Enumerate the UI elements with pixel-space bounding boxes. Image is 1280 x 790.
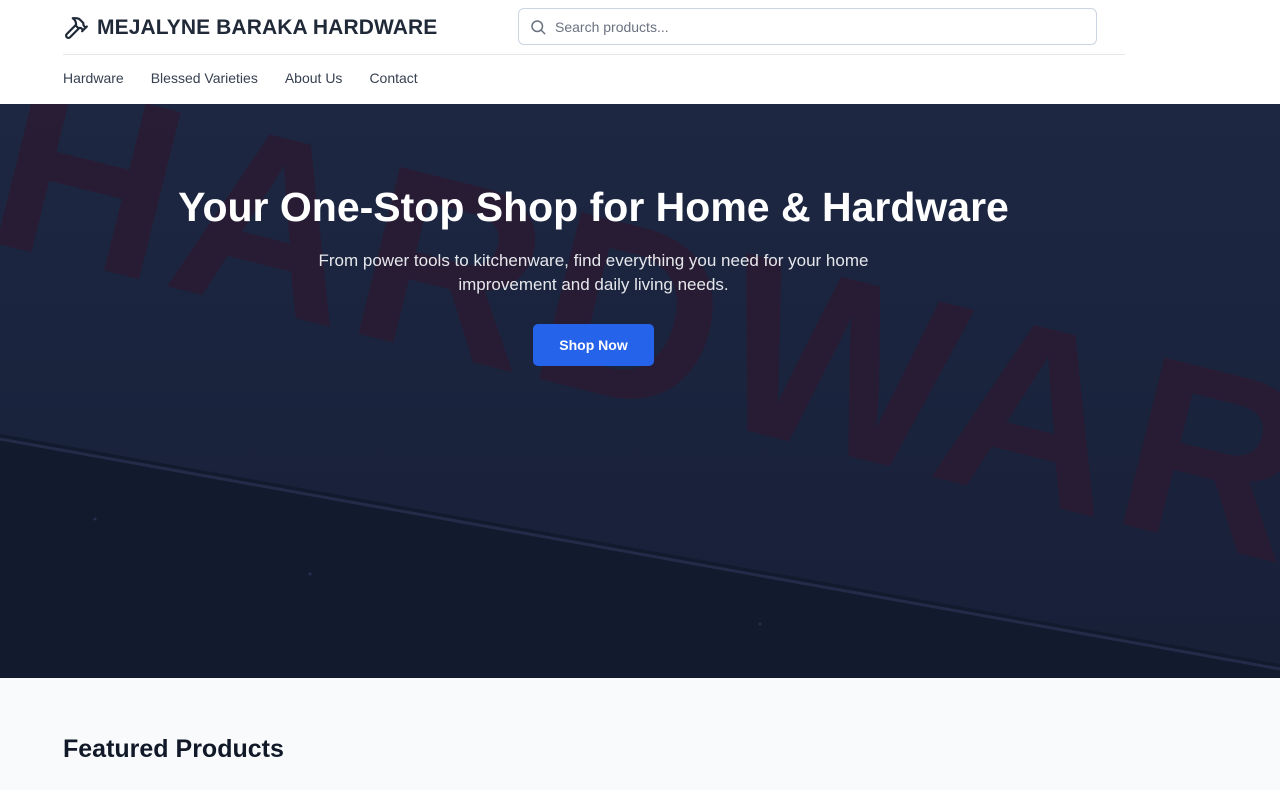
featured-products-title: Featured Products — [63, 735, 284, 763]
header-divider — [63, 54, 1125, 55]
nav-link-about-us[interactable]: About Us — [285, 70, 343, 86]
search-bar[interactable] — [518, 8, 1097, 45]
main-nav: Hardware Blessed Varieties About Us Cont… — [63, 70, 418, 86]
shop-now-button[interactable]: Shop Now — [533, 324, 654, 366]
site-header: MEJALYNE BARAKA HARDWARE Hardware Blesse… — [0, 0, 1280, 104]
hero-title: Your One-Stop Shop for Home & Hardware — [178, 184, 1009, 230]
hammer-icon — [63, 15, 89, 41]
featured-products-section: Featured Products — [0, 678, 1280, 790]
brand-title: MEJALYNE BARAKA HARDWARE — [97, 16, 438, 39]
search-icon — [529, 18, 547, 36]
nav-link-hardware[interactable]: Hardware — [63, 70, 124, 86]
brand[interactable]: MEJALYNE BARAKA HARDWARE — [63, 13, 437, 43]
search-input[interactable] — [555, 9, 1096, 44]
hero-subtitle: From power tools to kitchenware, find ev… — [318, 251, 869, 294]
hero-section: HARDWARE Your One-Stop Shop for Home & H… — [0, 104, 1280, 678]
nav-link-contact[interactable]: Contact — [369, 70, 417, 86]
nav-link-blessed-varieties[interactable]: Blessed Varieties — [151, 70, 258, 86]
